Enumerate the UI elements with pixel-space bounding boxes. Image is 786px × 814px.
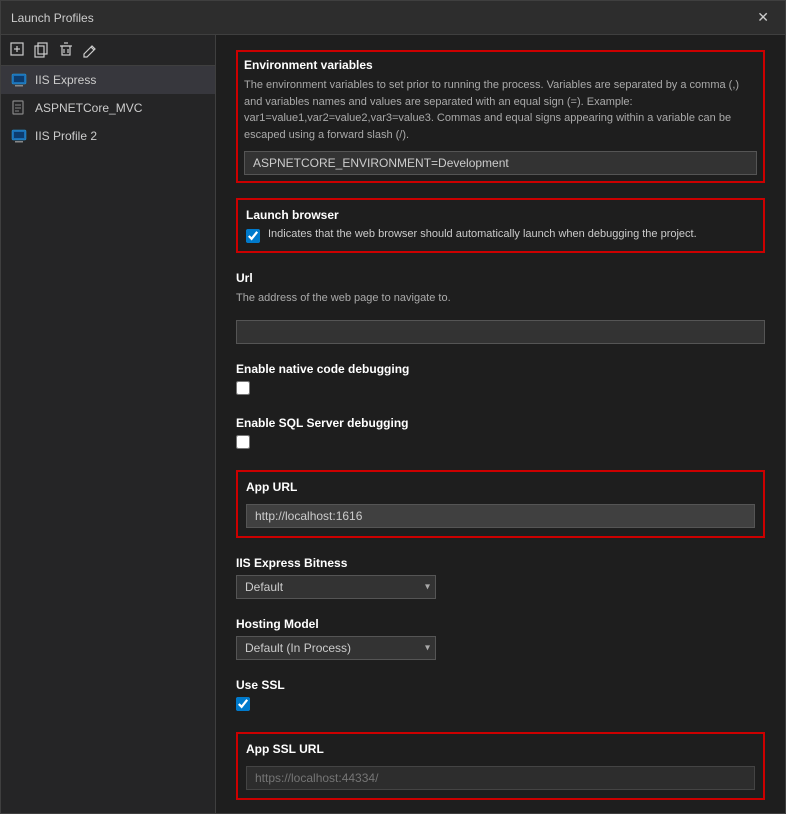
iis-express-icon: [11, 72, 27, 88]
native-debug-checkbox[interactable]: [236, 381, 250, 395]
iis-profile2-icon: [11, 128, 27, 144]
title-bar: Launch Profiles ✕: [1, 1, 785, 35]
add-profile-icon[interactable]: [9, 41, 27, 59]
sql-debug-section: Enable SQL Server debugging: [236, 416, 765, 452]
url-input[interactable]: [236, 320, 765, 344]
app-url-title: App URL: [246, 480, 755, 494]
content-area: IIS Express ASPNETCore_MVC: [1, 35, 785, 813]
copy-profile-icon[interactable]: [33, 41, 51, 59]
iis-express-label: IIS Express: [35, 73, 96, 87]
delete-profile-icon[interactable]: [57, 41, 75, 59]
app-url-input[interactable]: [246, 504, 755, 528]
hosting-model-section: Hosting Model Default (In Process) In Pr…: [236, 617, 765, 660]
native-debug-section: Enable native code debugging: [236, 362, 765, 398]
window-title: Launch Profiles: [11, 11, 94, 25]
aspnetcore-label: ASPNETCore_MVC: [35, 101, 142, 115]
iis-bitness-title: IIS Express Bitness: [236, 556, 765, 570]
env-vars-section: Environment variables The environment va…: [236, 50, 765, 183]
sidebar-item-iis-express[interactable]: IIS Express: [1, 66, 215, 94]
hosting-model-wrapper: Default (In Process) In Process Out of P…: [236, 636, 436, 660]
app-ssl-url-section: App SSL URL: [236, 732, 765, 800]
iis-profile2-label: IIS Profile 2: [35, 129, 97, 143]
url-title: Url: [236, 271, 765, 285]
sidebar-toolbar: [1, 35, 215, 66]
sidebar-items-list: IIS Express ASPNETCore_MVC: [1, 66, 215, 813]
sidebar: IIS Express ASPNETCore_MVC: [1, 35, 216, 813]
launch-profiles-window: Launch Profiles ✕: [0, 0, 786, 814]
launch-browser-section: Launch browser Indicates that the web br…: [236, 198, 765, 253]
sql-debug-checkbox[interactable]: [236, 435, 250, 449]
launch-browser-row: Indicates that the web browser should au…: [246, 227, 755, 243]
rename-profile-icon[interactable]: [81, 41, 99, 59]
launch-browser-title: Launch browser: [246, 208, 755, 222]
app-ssl-url-input[interactable]: [246, 766, 755, 790]
env-vars-input[interactable]: [244, 151, 757, 175]
app-ssl-url-title: App SSL URL: [246, 742, 755, 756]
launch-browser-label: Indicates that the web browser should au…: [268, 227, 697, 242]
aspnetcore-icon: [11, 100, 27, 116]
sql-debug-title: Enable SQL Server debugging: [236, 416, 765, 430]
hosting-model-select[interactable]: Default (In Process) In Process Out of P…: [236, 636, 436, 660]
iis-bitness-section: IIS Express Bitness Default x86 x64 ▾: [236, 556, 765, 599]
iis-bitness-wrapper: Default x86 x64 ▾: [236, 575, 436, 599]
hosting-model-title: Hosting Model: [236, 617, 765, 631]
close-button[interactable]: ✕: [751, 7, 775, 28]
use-ssl-checkbox[interactable]: [236, 697, 250, 711]
iis-bitness-select[interactable]: Default x86 x64: [236, 575, 436, 599]
env-vars-title: Environment variables: [244, 58, 757, 72]
use-ssl-title: Use SSL: [236, 678, 765, 692]
native-debug-title: Enable native code debugging: [236, 362, 765, 376]
app-url-section: App URL: [236, 470, 765, 538]
use-ssl-section: Use SSL: [236, 678, 765, 714]
sidebar-item-aspnetcore[interactable]: ASPNETCore_MVC: [1, 94, 215, 122]
main-panel: Environment variables The environment va…: [216, 35, 785, 813]
env-vars-description: The environment variables to set prior t…: [244, 77, 757, 143]
url-section: Url The address of the web page to navig…: [236, 271, 765, 344]
url-description: The address of the web page to navigate …: [236, 290, 765, 307]
sidebar-item-iis-profile-2[interactable]: IIS Profile 2: [1, 122, 215, 150]
launch-browser-checkbox[interactable]: [246, 229, 260, 243]
